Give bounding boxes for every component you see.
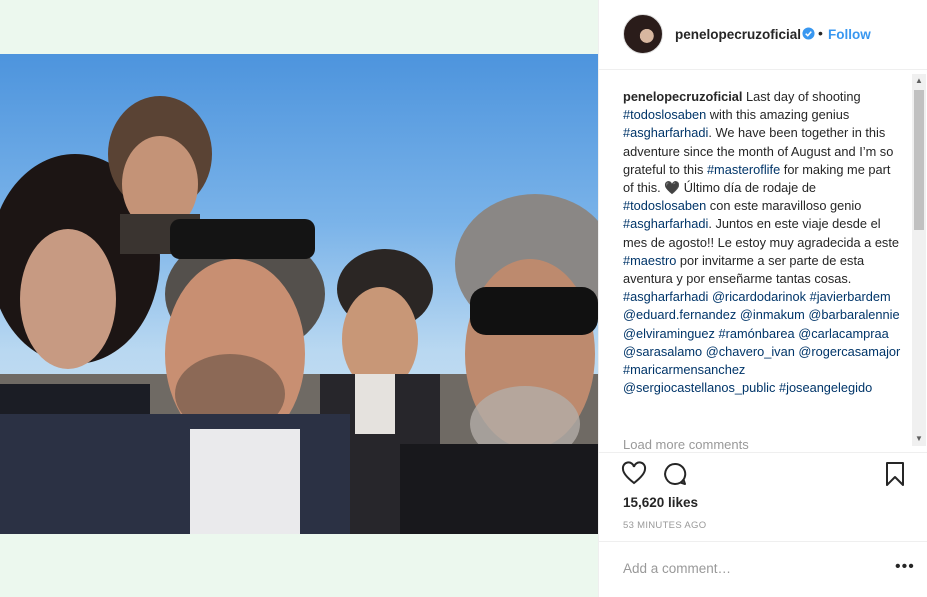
likes-count[interactable]: 15,620 likes bbox=[623, 495, 698, 510]
caption-segment: Last day of shooting bbox=[742, 89, 861, 104]
caption-tag-link[interactable]: #asgharfarhadi bbox=[623, 125, 708, 140]
post-side-panel: penelopecruzoficial • Follow penelopecru… bbox=[598, 0, 927, 597]
caption: penelopecruzoficial Last day of shooting… bbox=[623, 88, 901, 428]
caption-tag-link[interactable]: @chavero_ivan bbox=[706, 344, 795, 359]
more-options-icon[interactable]: ••• bbox=[895, 558, 915, 576]
caption-tag-link[interactable]: #maestro bbox=[623, 253, 676, 268]
separator-dot: • bbox=[818, 25, 823, 41]
caption-tag-link[interactable]: #todoslosaben bbox=[623, 198, 706, 213]
add-comment-bar: Add a comment… ••• bbox=[599, 541, 927, 597]
post-photo[interactable] bbox=[0, 54, 598, 534]
load-more-comments[interactable]: Load more comments bbox=[623, 437, 749, 452]
caption-tag-link[interactable]: @carlacampraa bbox=[798, 326, 889, 341]
caption-text: Last day of shooting #todoslosaben with … bbox=[623, 89, 900, 395]
comments-scrollbar[interactable]: ▲ ▼ bbox=[912, 74, 926, 446]
caption-tag-link[interactable]: @ricardodarinok bbox=[712, 289, 806, 304]
bookmark-icon[interactable] bbox=[884, 461, 906, 487]
caption-tag-link[interactable]: @barbaralennie bbox=[808, 307, 899, 322]
caption-tag-link[interactable]: #todoslosaben bbox=[623, 107, 706, 122]
header-username[interactable]: penelopecruzoficial bbox=[675, 27, 801, 42]
follow-button[interactable]: Follow bbox=[828, 27, 871, 42]
add-comment-input[interactable]: Add a comment… bbox=[623, 561, 731, 576]
scroll-up-arrow-icon[interactable]: ▲ bbox=[912, 74, 926, 88]
avatar[interactable] bbox=[623, 14, 663, 54]
caption-tag-link[interactable]: @rogercasamajor bbox=[798, 344, 900, 359]
post-timestamp[interactable]: 53 MINUTES AGO bbox=[623, 520, 706, 531]
caption-tag-link[interactable]: @sarasalamo bbox=[623, 344, 702, 359]
caption-tag-link[interactable]: #javierbardem bbox=[810, 289, 891, 304]
caption-tag-link[interactable]: #maricarmensanchez bbox=[623, 362, 745, 377]
caption-username[interactable]: penelopecruzoficial bbox=[623, 89, 742, 104]
caption-tag-link[interactable]: @sergiocastellanos_public bbox=[623, 380, 775, 395]
scroll-thumb[interactable] bbox=[914, 90, 924, 230]
scroll-down-arrow-icon[interactable]: ▼ bbox=[912, 432, 926, 446]
photo-area bbox=[0, 0, 598, 597]
comment-icon[interactable] bbox=[662, 461, 688, 487]
caption-tag-link[interactable]: @elviraminguez bbox=[623, 326, 715, 341]
caption-tag-link[interactable]: #masteroflife bbox=[707, 162, 780, 177]
caption-segment: with this amazing genius bbox=[706, 107, 850, 123]
caption-tag-link[interactable]: #asgharfarhadi bbox=[623, 216, 708, 231]
caption-tag-link[interactable]: #asgharfarhadi bbox=[623, 289, 708, 304]
verified-badge-icon bbox=[802, 27, 815, 40]
caption-segment: con este maravilloso genio bbox=[706, 198, 862, 214]
heart-icon[interactable] bbox=[621, 461, 647, 487]
caption-tag-link[interactable]: #ramónbarea bbox=[719, 326, 795, 341]
caption-tag-link[interactable]: @eduard.fernandez bbox=[623, 307, 736, 322]
caption-tag-link[interactable]: @inmakum bbox=[740, 307, 805, 322]
post-header: penelopecruzoficial • Follow bbox=[599, 0, 927, 70]
selfie-illustration bbox=[0, 96, 598, 534]
caption-tag-link[interactable]: #joseangelegido bbox=[779, 380, 872, 395]
action-bar bbox=[599, 452, 927, 496]
